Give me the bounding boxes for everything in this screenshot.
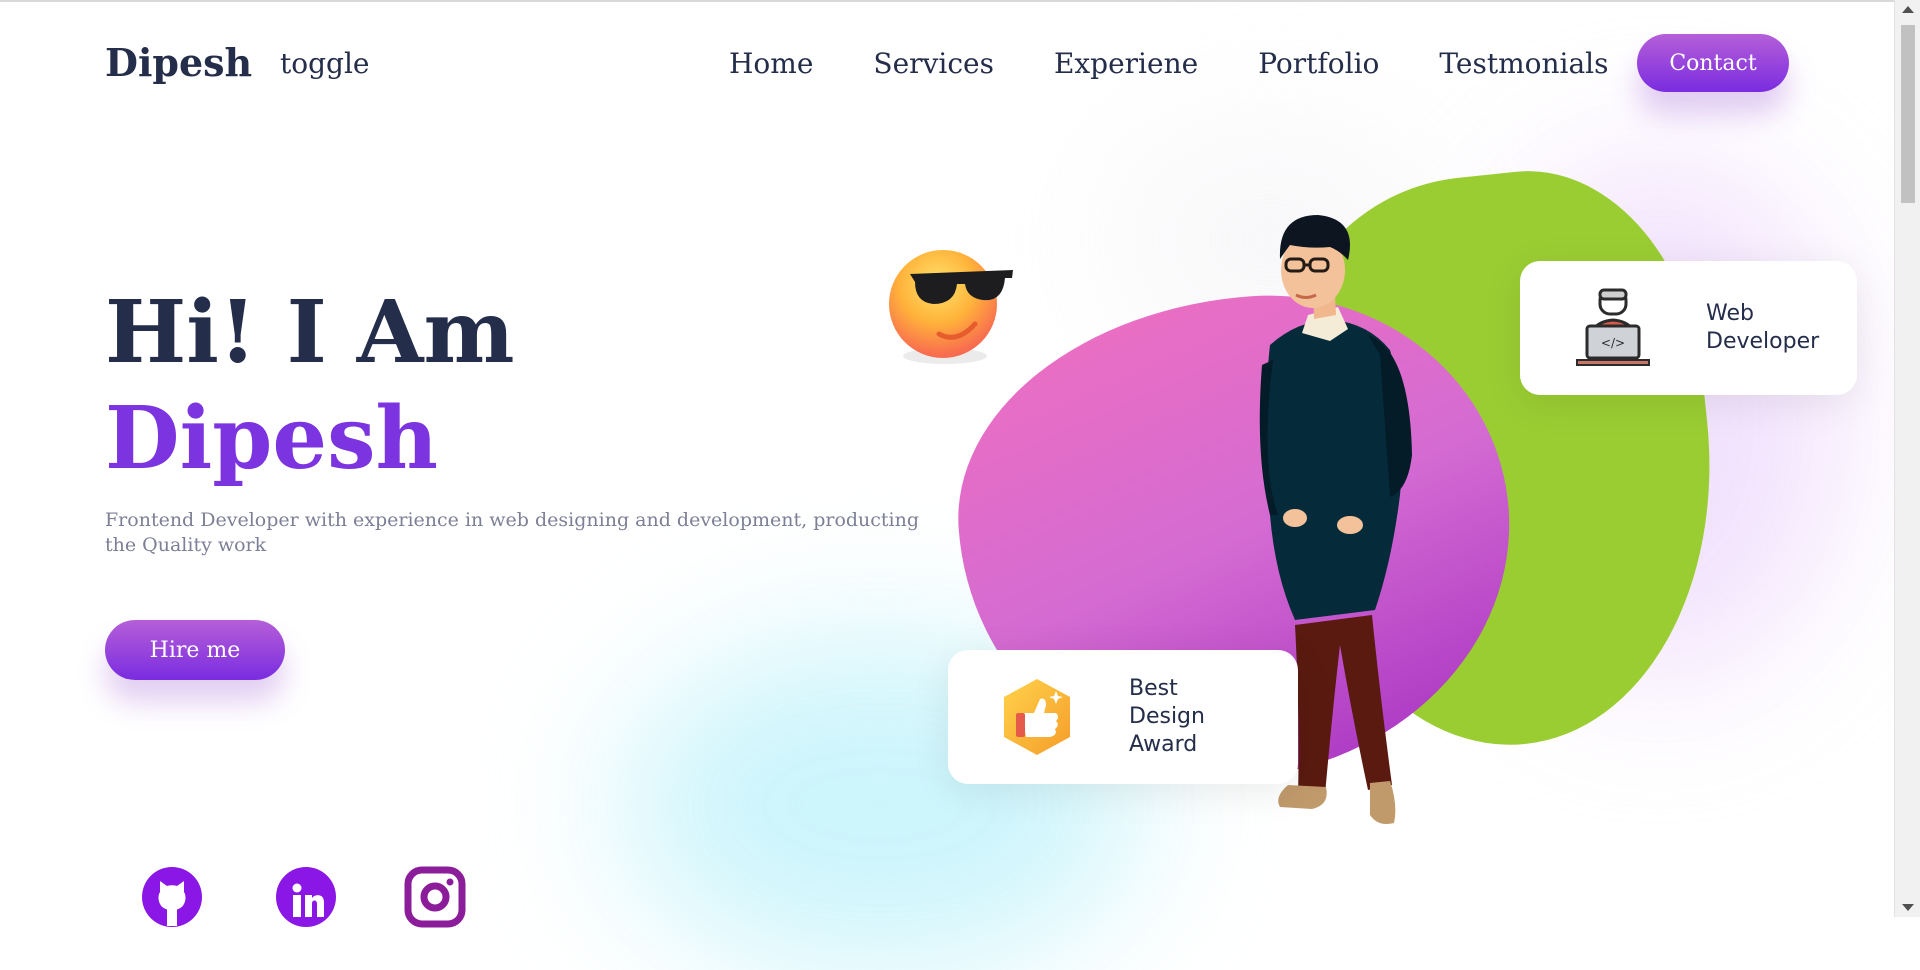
web-developer-icon: </> (1576, 288, 1650, 366)
nav-item-services[interactable]: Services (873, 47, 994, 80)
best-design-award-card: Best Design Award (948, 650, 1298, 784)
github-icon[interactable] (141, 866, 203, 928)
nav-menu: Home Services Experiene Portfolio Testmo… (729, 47, 1608, 80)
hero-description: Frontend Developer with experience in we… (105, 509, 920, 556)
hero-greeting: Hi! I Am (105, 282, 515, 383)
linkedin-icon[interactable] (275, 866, 337, 928)
toggle-button[interactable]: toggle (280, 47, 369, 80)
nav-item-testimonials[interactable]: Testmonials (1439, 47, 1608, 80)
nav-item-home[interactable]: Home (729, 47, 813, 80)
scroll-down-arrow-icon[interactable] (1902, 904, 1914, 911)
contact-button[interactable]: Contact (1637, 34, 1789, 92)
svg-text:</>: </> (1601, 336, 1625, 350)
scroll-up-arrow-icon[interactable] (1902, 6, 1914, 13)
instagram-icon[interactable] (404, 866, 466, 928)
web-developer-label: Web Developer (1706, 301, 1820, 354)
web-developer-card: </> Web Developer (1520, 261, 1857, 395)
best-design-award-label: Best Design Award (1129, 676, 1205, 757)
sunglasses-emoji-icon (889, 250, 1013, 364)
logo[interactable]: Dipesh (105, 40, 252, 85)
nav-item-portfolio[interactable]: Portfolio (1258, 47, 1379, 80)
vertical-scrollbar[interactable] (1894, 0, 1920, 917)
hero-name: Dipesh (105, 388, 439, 489)
nav-item-experience[interactable]: Experiene (1054, 47, 1198, 80)
hire-me-button[interactable]: Hire me (105, 620, 285, 680)
award-badge-icon (1004, 679, 1070, 755)
scroll-thumb[interactable] (1901, 25, 1915, 203)
navbar: Dipesh toggle Home Services Experiene Po… (0, 0, 1920, 130)
